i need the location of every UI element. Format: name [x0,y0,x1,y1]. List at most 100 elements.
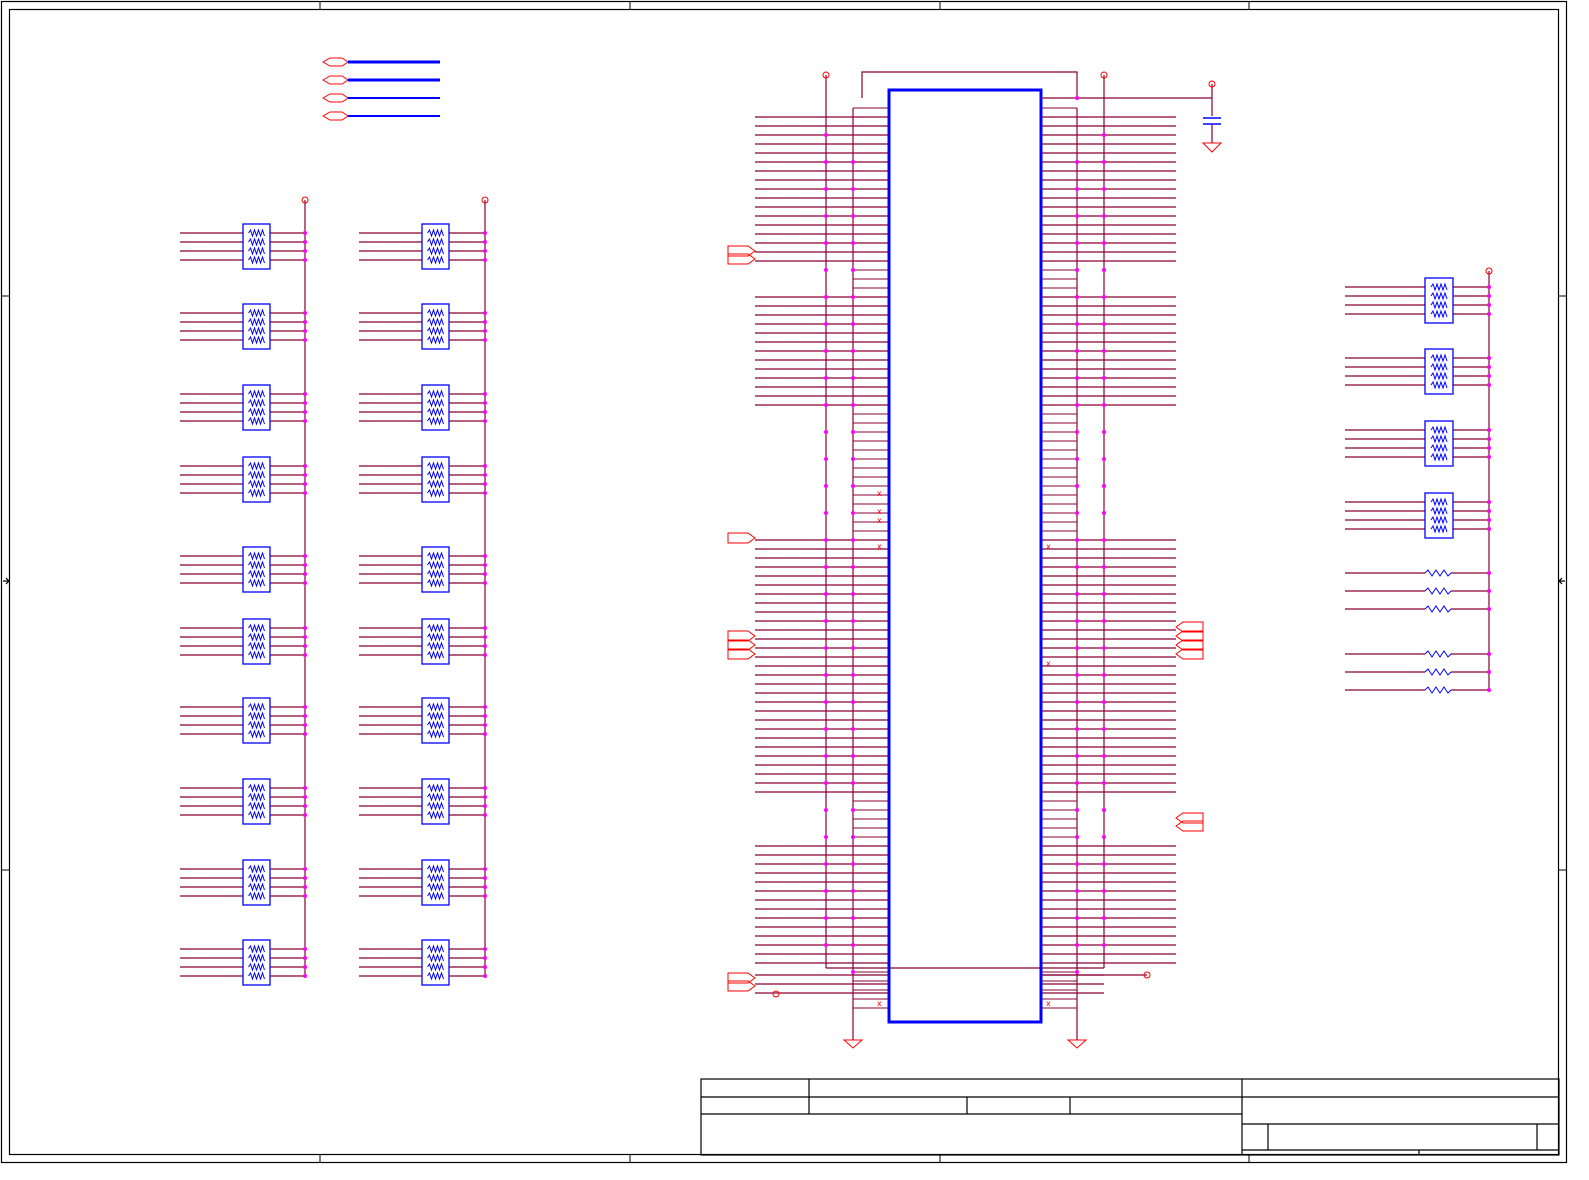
junction-dot [303,581,307,585]
resistor-icon [427,578,444,588]
resistor-icon [248,488,265,498]
junction-dot [303,867,307,871]
junction-dot [824,862,828,866]
resistor-icon [1424,686,1452,694]
resistor-icon [248,416,265,426]
junction-dot [851,484,855,488]
junction-dot [483,258,487,262]
junction-dot [824,322,828,326]
zone-arrow-icon [3,577,10,585]
junction-dot [483,311,487,315]
resistor-icon [248,470,265,480]
resistor-icon [427,944,444,954]
junction-dot [851,619,855,623]
no-connect-icon: x [877,999,882,1008]
title-block-frame [700,1078,1560,1156]
bracket-wire [861,71,1078,98]
resistor-icon [248,792,265,802]
junction-dot [824,133,828,137]
junction-dot [1487,356,1491,360]
no-connect-icon: x [877,516,882,525]
resistor-icon [427,470,444,480]
resistor-icon [427,891,444,901]
junction-dot [851,322,855,326]
resistor-icon [427,792,444,802]
junction-dot [483,732,487,736]
junction-dot [483,240,487,244]
junction-dot [483,885,487,889]
junction-dot [303,464,307,468]
resistor-icon [427,783,444,793]
junction-dot [1075,889,1079,893]
resistor-network [359,939,487,986]
junction-dot [1075,457,1079,461]
junction-dot [824,646,828,650]
resistor-icon [1424,569,1452,577]
resistor-icon [248,237,265,247]
junction-dot [1102,349,1106,353]
junction-dot [1075,592,1079,596]
junction-dot [1487,455,1491,459]
junction-dot [824,808,828,812]
power-port-icon [772,990,780,998]
junction-dot [824,619,828,623]
junction-dot [483,410,487,414]
junction-dot [824,214,828,218]
resistor-icon [248,398,265,408]
resistor-network [359,697,487,744]
junction-dot [1102,214,1106,218]
resistor-icon [248,944,265,954]
junction-dot [483,473,487,477]
resistor-icon [427,246,444,256]
junction-dot [303,635,307,639]
junction-dot [851,349,855,353]
middle-resistor-networks [359,196,489,986]
junction-dot [303,311,307,315]
junction-dot [303,626,307,630]
junction-dot [851,781,855,785]
discrete-resistor [1345,668,1491,676]
resistor-icon [1430,425,1448,435]
junction-dot [851,403,855,407]
resistor-icon [248,873,265,883]
junction-dot [483,653,487,657]
junction-dot [483,813,487,817]
junction-dot [483,635,487,639]
junction-dot [1102,322,1106,326]
discrete-resistor [1345,569,1491,577]
resistor-icon [427,398,444,408]
resistor-icon [1430,362,1448,372]
junction-dot [303,644,307,648]
resistor-icon [248,882,265,892]
junction-dot [1102,187,1106,191]
resistor-icon [1430,282,1448,292]
resistor-icon [248,551,265,561]
resistor-network [180,456,307,503]
junction-dot [483,249,487,253]
resistor-icon [248,255,265,265]
resistor-icon [427,873,444,883]
junction-dot [1102,565,1106,569]
resistor-icon [1430,353,1448,363]
junction-dot [1075,538,1079,542]
resistor-icon [427,971,444,981]
resistor-network [1345,348,1491,395]
junction-dot [1487,383,1491,387]
resistor-icon [427,479,444,489]
resistor-icon [427,255,444,265]
resistor-icon [427,801,444,811]
resistor-network [1345,277,1491,324]
junction-dot [1102,808,1106,812]
resistor-icon [1430,524,1448,534]
resistor-icon [427,335,444,345]
resistor-network [180,303,307,350]
main-connector: xxxxxxxx [727,71,1223,1049]
junction-dot [1075,835,1079,839]
resistor-icon [427,326,444,336]
junction-dot [851,700,855,704]
resistor-icon [1424,668,1452,676]
junction-dot [824,673,828,677]
resistor-icon [427,416,444,426]
junction-dot [1102,862,1106,866]
junction-dot [1487,688,1491,692]
